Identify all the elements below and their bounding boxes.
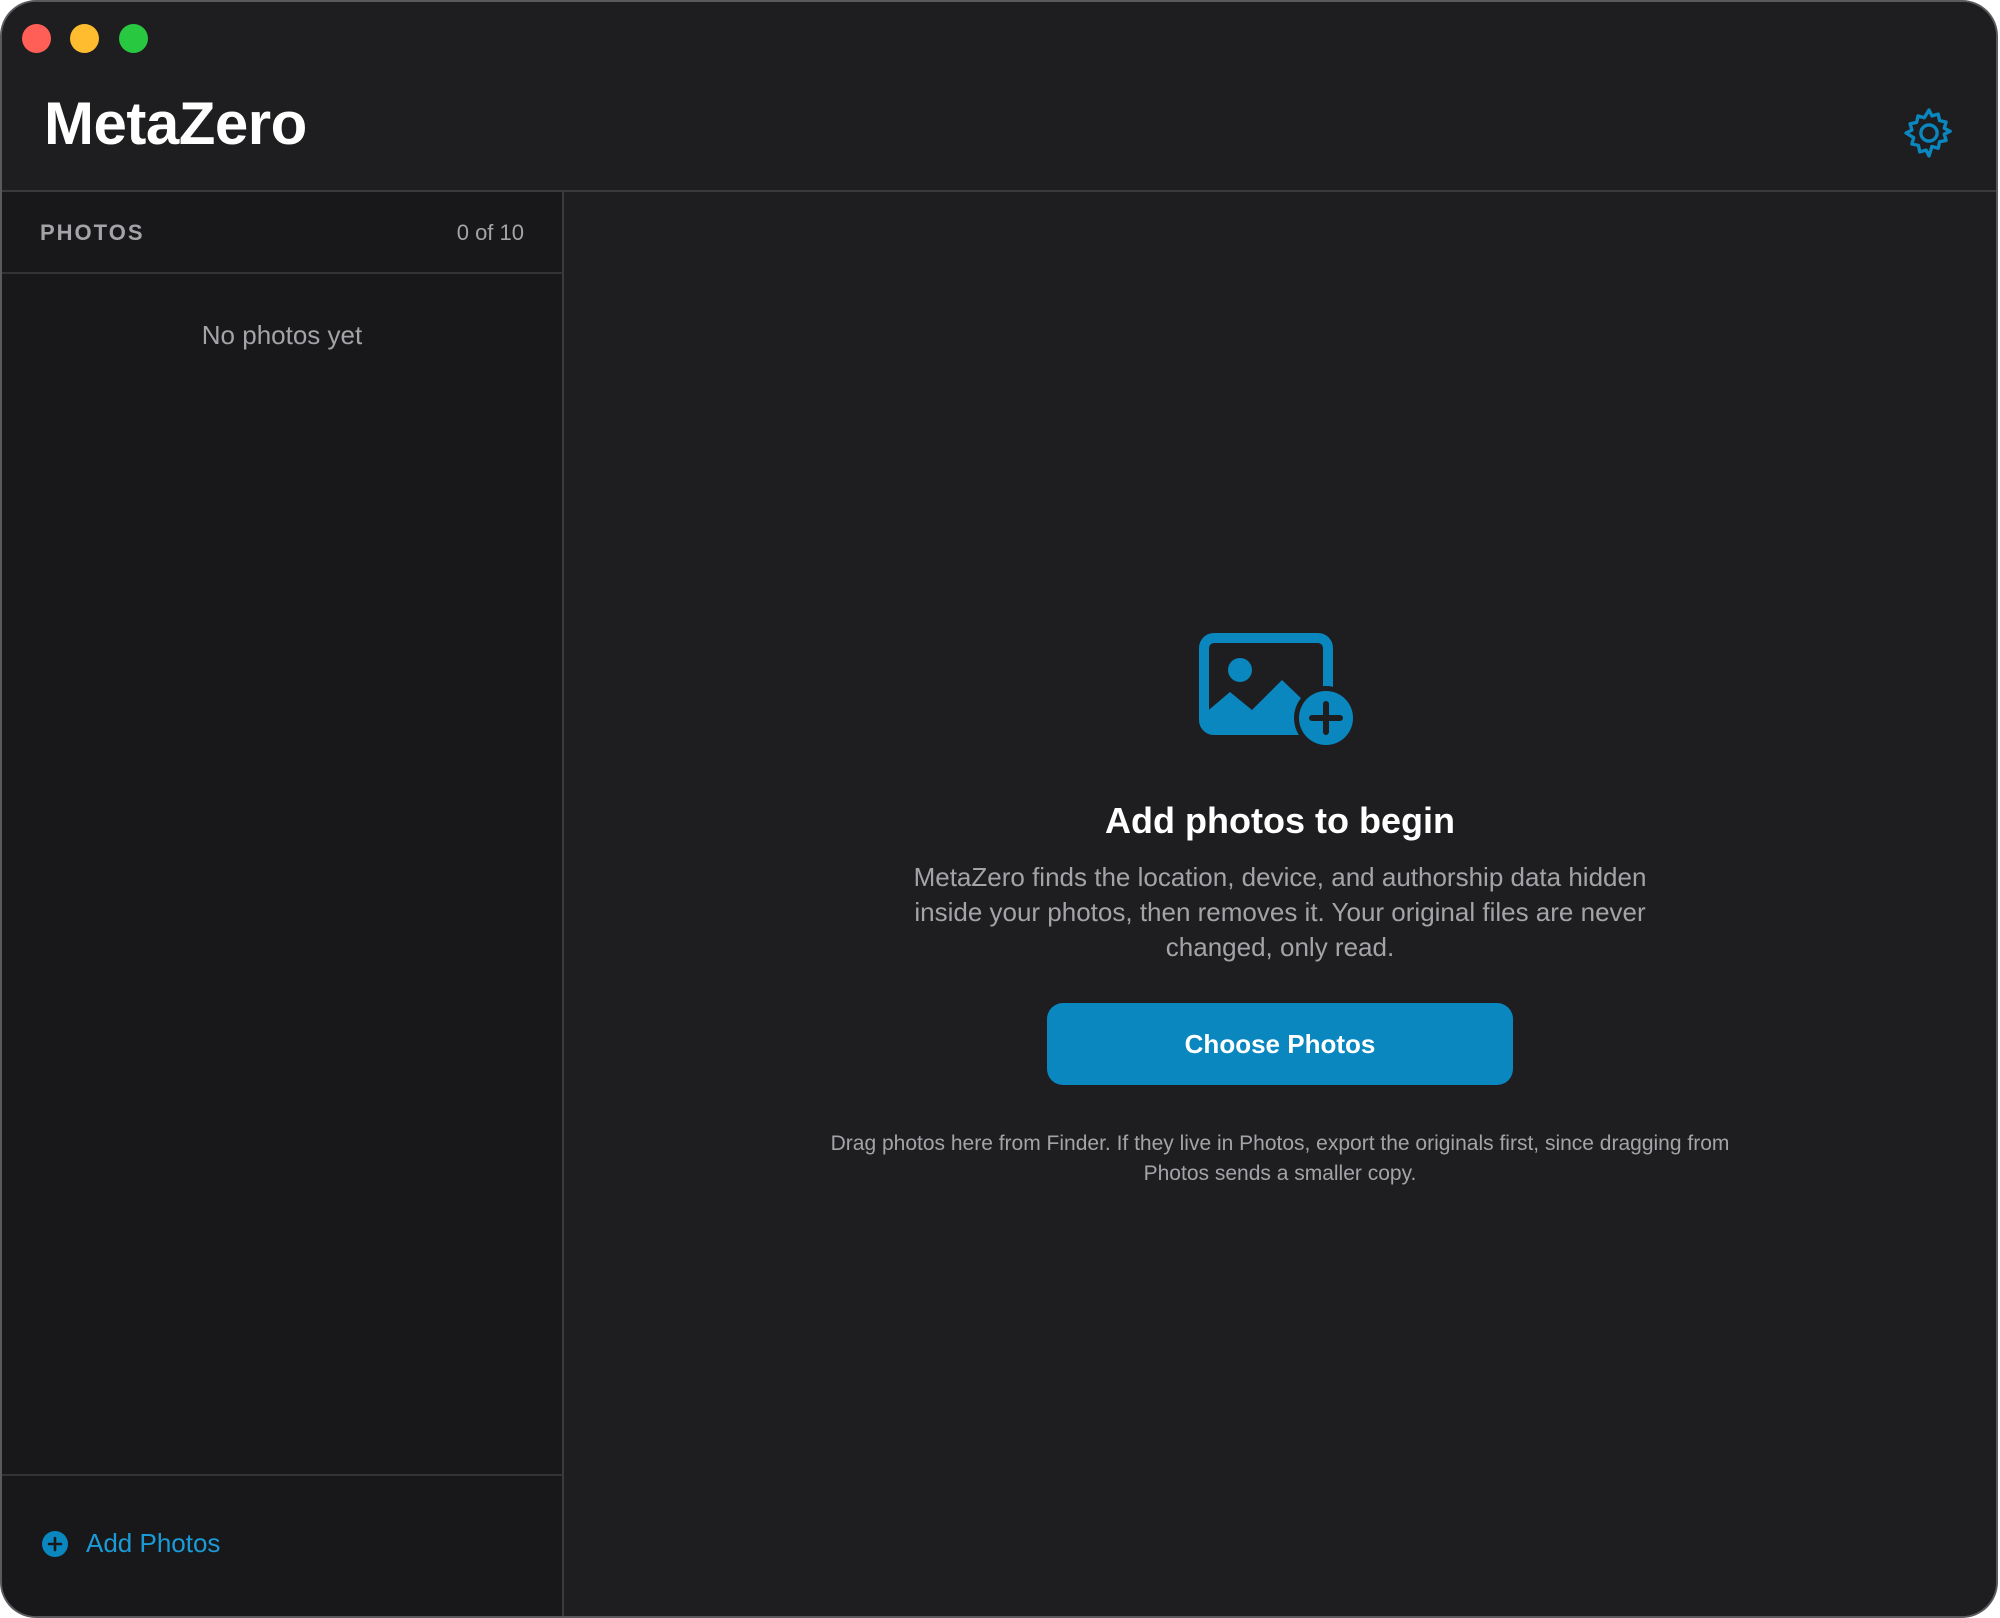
empty-list-label: No photos yet: [201, 320, 363, 350]
sidebar-header: PHOTOS 0 of 10: [2, 192, 562, 274]
sidebar-title: PHOTOS: [40, 220, 145, 245]
empty-state-title: Add photos to begin: [1105, 800, 1455, 841]
plus-circle-icon: [42, 1530, 68, 1557]
drag-hint: Drag photos here from Finder. If they li…: [830, 1132, 1730, 1185]
main-content[interactable]: Add photos to begin MetaZero finds the l…: [564, 192, 1996, 1616]
gear-icon: [1904, 108, 1952, 158]
app-title: MetaZero: [44, 90, 307, 157]
zoom-window-button[interactable]: [119, 24, 148, 53]
close-window-button[interactable]: [22, 24, 51, 53]
add-photos-button[interactable]: Add Photos: [40, 1528, 220, 1559]
photo-add-icon: [1199, 633, 1358, 750]
photos-sidebar: PHOTOS 0 of 10 No photos yet Add Photos: [2, 192, 564, 1616]
settings-button[interactable]: [1902, 106, 1956, 160]
app-window: MetaZero PHOTOS 0 of 10 No photos yet Ad…: [2, 2, 1996, 1616]
empty-state: Add photos to begin MetaZero finds the l…: [564, 632, 1996, 1189]
choose-photos-button[interactable]: Choose Photos: [1047, 1003, 1513, 1085]
add-photos-label: Add Photos: [86, 1528, 221, 1558]
photo-count: 0 of 10: [456, 220, 524, 245]
sidebar-footer: Add Photos: [2, 1474, 562, 1616]
window-header: MetaZero: [2, 2, 1996, 192]
empty-state-description: MetaZero finds the location, device, and…: [913, 862, 1647, 962]
minimize-window-button[interactable]: [70, 24, 99, 53]
